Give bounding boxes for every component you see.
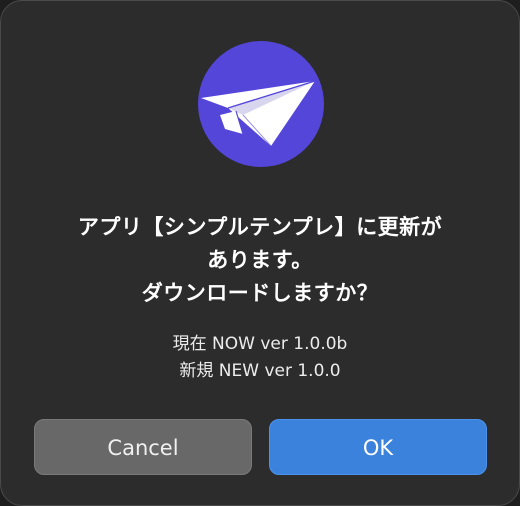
cancel-button[interactable]: Cancel [34,419,252,475]
message-line-3: ダウンロードしますか？ [141,281,379,305]
update-dialog: アプリ【シンプルテンプレ】に更新が あります。 ダウンロードしますか？ 現在 N… [0,0,520,506]
message-line-2: あります。 [207,248,313,272]
ok-button[interactable]: OK [269,419,487,475]
update-message: アプリ【シンプルテンプレ】に更新が あります。 ダウンロードしますか？ [21,211,499,310]
message-line-1: アプリ【シンプルテンプレ】に更新が [77,215,443,239]
paper-plane-icon [201,80,316,147]
version-info: 現在 NOW ver 1.0.0b 新規 NEW ver 1.0.0 [21,331,499,385]
new-version: 新規 NEW ver 1.0.0 [179,361,341,381]
app-icon [198,41,324,167]
current-version: 現在 NOW ver 1.0.0b [172,334,348,354]
